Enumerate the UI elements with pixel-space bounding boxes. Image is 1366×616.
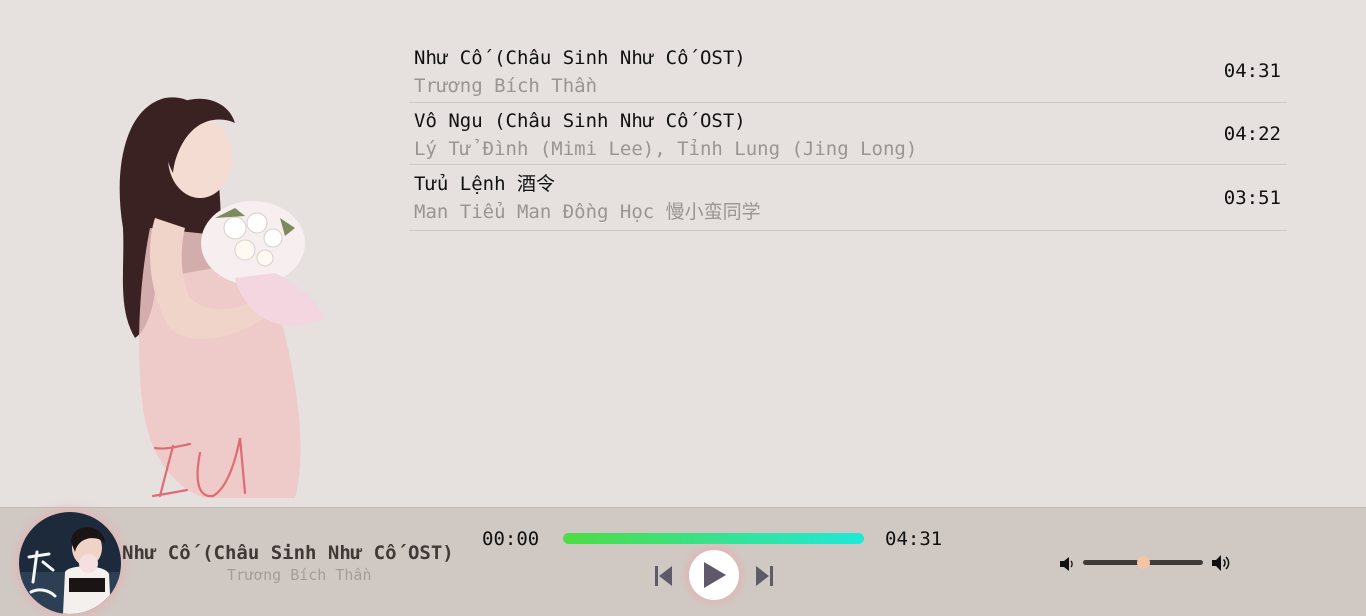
volume-low-icon[interactable] (1060, 556, 1074, 571)
volume-slider-thumb[interactable] (1137, 556, 1150, 569)
track-artist: Man Tiểu Man Đồng Học 慢小蛮同学 (414, 201, 761, 223)
track-title: Như Cố (Châu Sinh Như Cố OST) (414, 47, 746, 69)
play-icon (704, 562, 726, 588)
volume-high-icon[interactable] (1212, 554, 1233, 572)
current-time: 00:00 (482, 528, 540, 550)
track-duration: 04:31 (1223, 60, 1281, 82)
playlist: Như Cố (Châu Sinh Như Cố OST) Trương Bíc… (409, 40, 1287, 231)
now-playing-title: Như Cố (Châu Sinh Như Cố OST) (122, 542, 454, 564)
album-cover (19, 512, 121, 614)
playlist-item[interactable]: Tửu Lệnh 酒令 Man Tiểu Man Đồng Học 慢小蛮同学 … (409, 165, 1287, 231)
track-title: Tửu Lệnh 酒令 (414, 173, 555, 195)
artist-artwork (95, 78, 345, 506)
track-artist: Lý Tử Đình (Mimi Lee), Tỉnh Lung (Jing L… (414, 138, 918, 160)
track-artist: Trương Bích Thần (414, 75, 598, 97)
progress-fill (563, 533, 864, 544)
cover-center-dot (79, 554, 98, 573)
total-time: 04:31 (885, 528, 943, 550)
playlist-item[interactable]: Vô Ngu (Châu Sinh Như Cố OST) Lý Tử Đình… (409, 103, 1287, 165)
artist-photo (119, 97, 325, 498)
now-playing-artist: Trương Bích Thần (227, 566, 372, 584)
track-duration: 04:22 (1223, 122, 1281, 145)
playlist-item[interactable]: Như Cố (Châu Sinh Như Cố OST) Trương Bíc… (409, 40, 1287, 103)
track-duration: 03:51 (1223, 186, 1281, 209)
skip-next-icon[interactable] (755, 566, 773, 586)
track-title: Vô Ngu (Châu Sinh Như Cố OST) (414, 110, 746, 132)
volume-slider[interactable] (1083, 556, 1203, 569)
play-button[interactable] (689, 550, 739, 600)
album-cover-image (19, 512, 121, 614)
skip-previous-icon[interactable] (655, 566, 673, 586)
player-bar: Như Cố (Châu Sinh Như Cố OST) Trương Bíc… (0, 507, 1366, 616)
progress-bar[interactable] (563, 533, 864, 544)
